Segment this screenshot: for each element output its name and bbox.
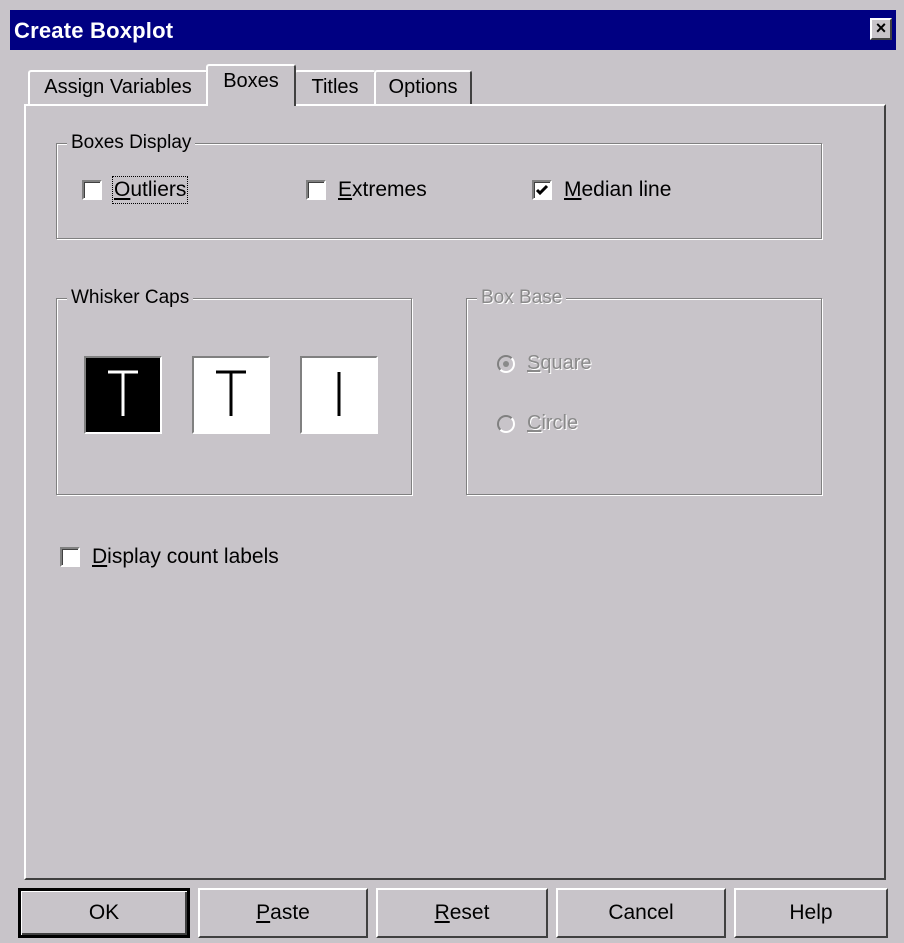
- accelerator-key: C: [527, 412, 542, 434]
- display-count-label: Display count labels: [92, 545, 279, 569]
- circle-label: Circle: [527, 412, 578, 435]
- label-rest: edian line: [581, 178, 672, 201]
- accelerator-key: P: [256, 901, 271, 924]
- reset-button[interactable]: Reset: [376, 888, 548, 938]
- tab-titles[interactable]: Titles: [294, 70, 376, 104]
- tab-assign-variables[interactable]: Assign Variables: [28, 70, 208, 104]
- label-rest: utliers: [130, 178, 187, 201]
- whisker-cap-option-line[interactable]: [300, 356, 378, 434]
- radio-selected-icon: [503, 360, 509, 367]
- tab-label: Options: [388, 76, 458, 98]
- box-base-group: Box Base: [466, 286, 822, 495]
- ok-label: OK: [88, 901, 120, 924]
- outliers-label: Outliers: [111, 176, 189, 204]
- box-base-legend: Box Base: [477, 286, 567, 310]
- paste-label: Paste: [256, 901, 310, 924]
- label-rest: isplay count labels: [107, 545, 279, 568]
- reset-label: Reset: [435, 901, 490, 924]
- tab-boxes[interactable]: Boxes: [206, 64, 296, 106]
- title-bar: Create Boxplot ×: [10, 10, 896, 50]
- close-button[interactable]: ×: [870, 18, 892, 40]
- paste-button[interactable]: Paste: [198, 888, 368, 938]
- extremes-label: Extremes: [338, 178, 427, 202]
- median-line-checkbox[interactable]: Median line: [532, 178, 671, 202]
- close-icon: ×: [875, 18, 887, 38]
- whisker-cap-option-wide-t[interactable]: [84, 356, 162, 434]
- tab-options[interactable]: Options: [374, 70, 472, 104]
- cancel-button[interactable]: Cancel: [556, 888, 726, 938]
- cancel-label: Cancel: [608, 901, 674, 924]
- tab-label: Titles: [311, 76, 359, 98]
- square-label: Square: [527, 352, 592, 375]
- square-radio-button[interactable]: [497, 354, 515, 373]
- boxes-display-legend: Boxes Display: [67, 131, 196, 155]
- accelerator-key: O: [114, 178, 131, 201]
- square-radio[interactable]: Square: [497, 352, 592, 375]
- tab-label: Assign Variables: [44, 76, 192, 98]
- extremes-checkbox-box[interactable]: [306, 180, 326, 200]
- label-rest: quare: [540, 352, 592, 374]
- t-cap-wide-icon: [108, 370, 138, 416]
- extremes-checkbox[interactable]: Extremes: [306, 178, 427, 202]
- accelerator-key: M: [564, 178, 582, 201]
- circle-radio-button[interactable]: [497, 414, 515, 433]
- checkmark-icon: [535, 184, 549, 196]
- t-cap-icon: [216, 370, 246, 416]
- median-line-checkbox-box[interactable]: [532, 180, 552, 200]
- label-rest: ircle: [541, 412, 579, 434]
- accelerator-key: E: [338, 178, 353, 201]
- line-cap-icon: [337, 372, 341, 416]
- ok-button[interactable]: OK: [18, 888, 190, 938]
- circle-radio[interactable]: Circle: [497, 412, 578, 435]
- window-title: Create Boxplot: [14, 18, 174, 43]
- outliers-checkbox-box[interactable]: [82, 180, 102, 200]
- help-button[interactable]: Help: [734, 888, 888, 938]
- whisker-cap-option-t[interactable]: [192, 356, 270, 434]
- help-label: Help: [789, 901, 833, 924]
- display-count-labels-checkbox[interactable]: Display count labels: [60, 545, 279, 569]
- label-rest: aste: [270, 901, 310, 924]
- label-rest: eset: [449, 901, 490, 924]
- whisker-caps-legend: Whisker Caps: [67, 286, 194, 310]
- tab-label: Boxes: [223, 70, 279, 92]
- accelerator-key: S: [527, 352, 541, 374]
- outliers-checkbox[interactable]: Outliers: [82, 176, 189, 204]
- display-count-checkbox-box[interactable]: [60, 547, 80, 567]
- label-rest: xtremes: [352, 178, 427, 201]
- accelerator-key: R: [434, 901, 450, 924]
- median-line-label: Median line: [564, 178, 671, 202]
- accelerator-key: D: [92, 545, 108, 568]
